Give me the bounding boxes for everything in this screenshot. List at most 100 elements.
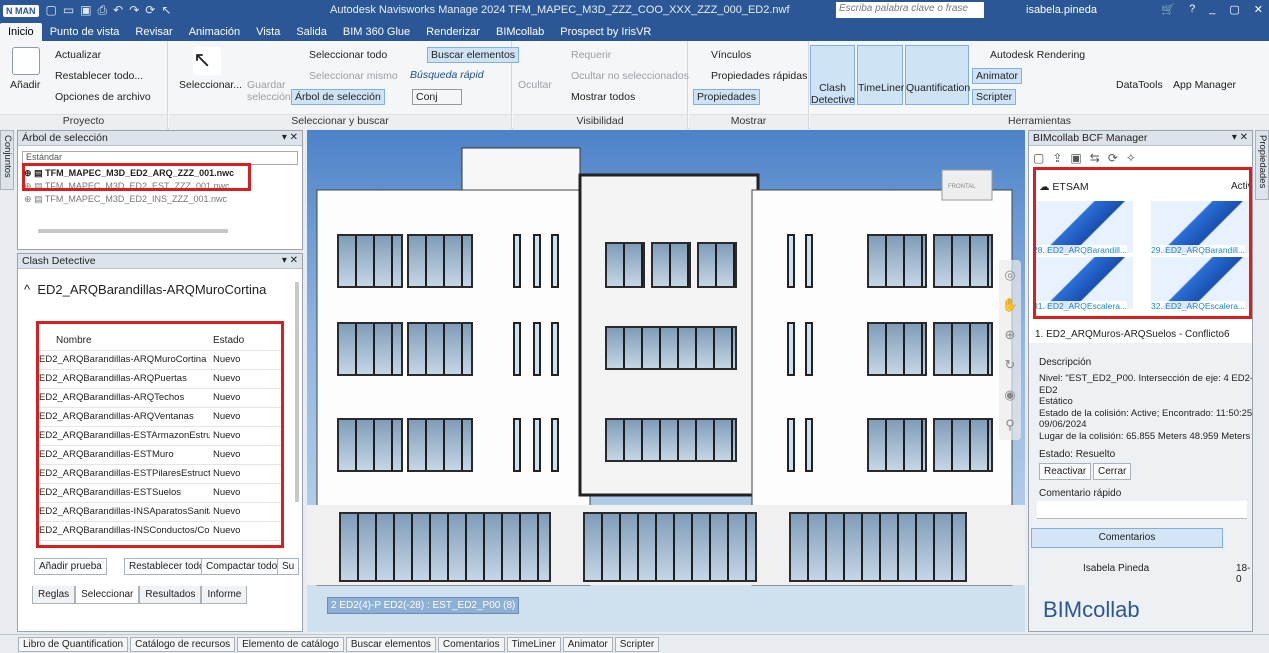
- horizontal-scrollbar[interactable]: [38, 229, 228, 233]
- compact-all-button[interactable]: Compactar todo: [201, 558, 283, 575]
- new-issue-icon[interactable]: ▢: [1033, 151, 1044, 165]
- viewcube[interactable]: FRONTAL: [948, 184, 976, 190]
- menu-tab[interactable]: Prospect by IrisVR: [552, 23, 659, 41]
- quick-comment-input[interactable]: [1037, 501, 1247, 519]
- app-manager-button[interactable]: App Manager: [1173, 79, 1236, 91]
- restablecer-button[interactable]: Restablecer todo...: [55, 70, 143, 82]
- open-file-icon[interactable]: ▭: [63, 3, 74, 18]
- busqueda-rapida-input[interactable]: Búsqueda rápid: [410, 69, 484, 81]
- expand-icon[interactable]: ⊕: [24, 194, 32, 204]
- user-name[interactable]: isabela.pineda: [1026, 4, 1097, 16]
- add-icon[interactable]: [12, 47, 40, 75]
- save-icon[interactable]: ▣: [80, 3, 91, 18]
- clash-tab[interactable]: Seleccionar: [75, 586, 140, 604]
- propiedades-rapidas-button[interactable]: Propiedades rápidas: [711, 70, 807, 82]
- ocultar-button[interactable]: Ocultar: [518, 79, 552, 91]
- 3d-viewport[interactable]: FRONTAL ◎ ✋ ⊕ ↻ ◉ ⚲ 2 ED2(4)-P ED2(-28) …: [307, 130, 1025, 632]
- bottom-tab[interactable]: TimeLiner: [506, 636, 561, 652]
- save-icon[interactable]: ▣: [1070, 151, 1081, 165]
- clash-tab[interactable]: Reglas: [32, 586, 76, 604]
- autodesk-rendering-button[interactable]: Autodesk Rendering: [990, 49, 1085, 61]
- bottom-tab[interactable]: Animator: [562, 636, 613, 652]
- clash-detective-button[interactable]: Clash Detective: [810, 45, 855, 106]
- reactivar-button[interactable]: Reactivar: [1039, 463, 1092, 480]
- menu-tab[interactable]: Vista: [248, 23, 288, 41]
- clash-test-title[interactable]: ^ ED2_ARQBarandillas-ARQMuroCortina: [24, 282, 266, 297]
- clash-tab[interactable]: Resultados: [139, 586, 202, 604]
- app-logo[interactable]: N MAN: [3, 4, 39, 17]
- orbit-icon[interactable]: ↻: [999, 350, 1021, 380]
- bottom-tab[interactable]: Buscar elementos: [345, 636, 436, 652]
- minimize-icon[interactable]: _: [1209, 3, 1215, 16]
- settings-icon[interactable]: ✧: [1126, 151, 1136, 165]
- clash-tab[interactable]: Informe: [201, 586, 248, 604]
- requerir-button[interactable]: Requerir: [571, 49, 611, 61]
- refresh-icon[interactable]: ⟳: [145, 3, 155, 18]
- bottom-tab[interactable]: Scripter: [614, 636, 660, 652]
- panel-close-icon[interactable]: ▾ ✕: [1232, 132, 1248, 143]
- close-icon[interactable]: ✕: [1254, 3, 1263, 16]
- side-tab-conjuntos[interactable]: Conjuntos: [0, 130, 14, 190]
- animator-button[interactable]: Animator: [972, 68, 1023, 84]
- menu-tab[interactable]: Animación: [181, 23, 248, 41]
- tree-item[interactable]: ⊕ ▤ TFM_MAPEC_M3D_ED2_INS_ZZZ_001.nwc: [24, 194, 234, 207]
- arbol-seleccion-button[interactable]: Árbol de selección: [291, 89, 385, 105]
- walk-icon[interactable]: ⚲: [999, 410, 1021, 440]
- maximize-icon[interactable]: ▢: [1229, 3, 1239, 16]
- sync-icon[interactable]: ⟳: [1108, 151, 1118, 165]
- zoom-icon[interactable]: ⊕: [999, 320, 1021, 350]
- menu-tab[interactable]: Inicio: [0, 23, 42, 41]
- collapse-icon[interactable]: ^: [24, 282, 30, 297]
- cerrar-button[interactable]: Cerrar: [1093, 463, 1132, 480]
- help-icon[interactable]: ?: [1189, 3, 1195, 16]
- menu-tab[interactable]: BIMcollab: [488, 23, 552, 41]
- issue-title[interactable]: 1. ED2_ARQMuros-ARQSuelos - Conflicto6: [1035, 329, 1230, 340]
- timeliner-button[interactable]: TimeLiner: [857, 45, 904, 105]
- steering-wheel-icon[interactable]: ◎: [999, 260, 1021, 290]
- menu-tab[interactable]: Revisar: [127, 23, 180, 41]
- bottom-tab[interactable]: Elemento de catálogo: [237, 636, 344, 652]
- select-icon[interactable]: ↖: [161, 3, 171, 18]
- reset-all-button[interactable]: Restablecer todo: [124, 558, 210, 575]
- cart-icon[interactable]: 🛒: [1161, 3, 1175, 16]
- mostrar-todos-button[interactable]: Mostrar todos: [571, 91, 635, 103]
- propiedades-button[interactable]: Propiedades: [693, 89, 760, 105]
- group-label[interactable]: Seleccionar y buscar: [169, 114, 511, 129]
- guardar-seleccion-button[interactable]: Guardar: [247, 79, 286, 91]
- datatools-button[interactable]: DataTools: [1116, 79, 1163, 91]
- bottom-tab[interactable]: Comentarios: [437, 636, 505, 652]
- group-label[interactable]: Proyecto: [0, 114, 167, 129]
- menu-tab[interactable]: Punto de vista: [42, 23, 128, 41]
- ocultar-no-seleccionados-button[interactable]: Ocultar no seleccionados: [571, 70, 689, 82]
- more-button[interactable]: Su: [277, 558, 300, 575]
- import-icon[interactable]: ⇪: [1052, 151, 1062, 165]
- buscar-elementos-button[interactable]: Buscar elementos: [427, 47, 520, 63]
- vinculos-button[interactable]: Vínculos: [711, 49, 751, 61]
- seleccionar-button[interactable]: Seleccionar...: [179, 79, 242, 91]
- share-icon[interactable]: ⇆: [1090, 151, 1100, 165]
- scripter-button[interactable]: Scripter: [972, 89, 1017, 105]
- menu-tab[interactable]: Renderizar: [418, 23, 488, 41]
- redo-icon[interactable]: ↷: [129, 3, 139, 18]
- conjuntos-dropdown[interactable]: Conj: [412, 89, 462, 105]
- search-input[interactable]: Escriba palabra clave o frase: [836, 2, 984, 18]
- panel-close-icon[interactable]: ▾ ✕: [282, 255, 298, 266]
- seleccionar-mismo-button[interactable]: Seleccionar mismo: [309, 70, 398, 82]
- undo-icon[interactable]: ↶: [113, 3, 123, 18]
- new-file-icon[interactable]: ▢: [46, 3, 57, 18]
- comments-tab[interactable]: Comentarios: [1031, 528, 1223, 548]
- quantification-button[interactable]: Quantification: [905, 45, 970, 105]
- bottom-tab[interactable]: Libro de Quantification: [18, 636, 129, 652]
- actualizar-button[interactable]: Actualizar: [55, 49, 101, 61]
- bottom-tab[interactable]: Catálogo de recursos: [130, 636, 236, 652]
- add-button[interactable]: Añadir: [10, 79, 40, 91]
- side-tab-propiedades[interactable]: Propiedades: [1255, 130, 1269, 200]
- vertical-scrollbar[interactable]: [295, 282, 299, 502]
- look-icon[interactable]: ◉: [999, 380, 1021, 410]
- menu-tab[interactable]: BIM 360 Glue: [335, 23, 418, 41]
- seleccionar-todo-button[interactable]: Seleccionar todo: [309, 49, 387, 61]
- add-test-button[interactable]: Añadir prueba: [34, 558, 107, 575]
- pan-icon[interactable]: ✋: [999, 290, 1021, 320]
- menu-tab[interactable]: Salida: [288, 23, 335, 41]
- panel-close-icon[interactable]: ▾ ✕: [282, 132, 298, 143]
